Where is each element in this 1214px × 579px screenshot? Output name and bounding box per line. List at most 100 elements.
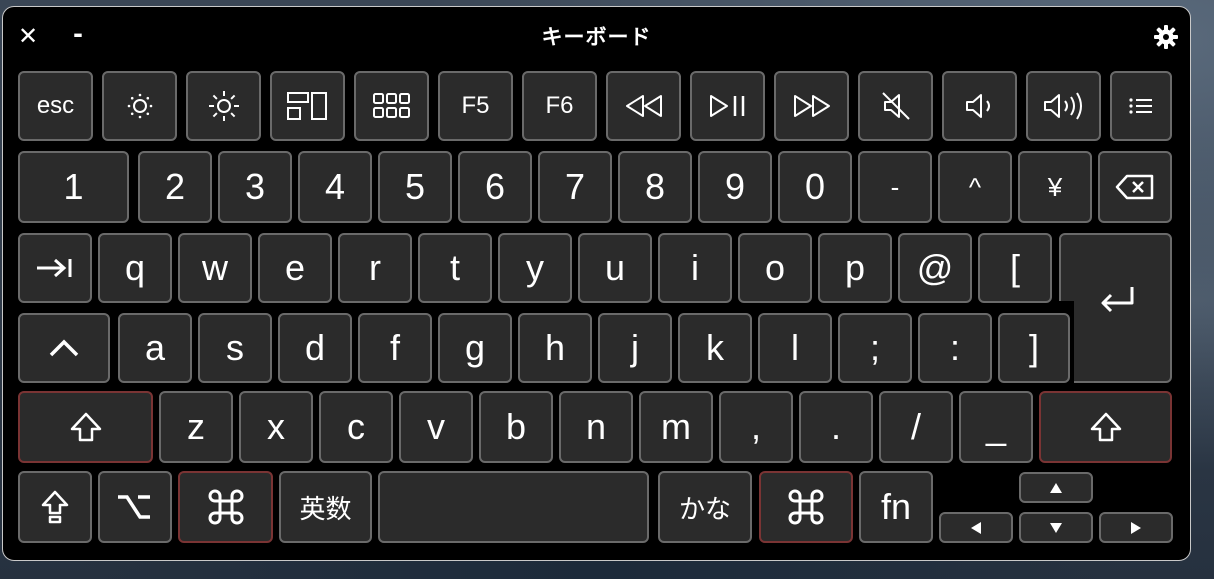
key-v[interactable]: v	[399, 391, 473, 463]
key-volume-down[interactable]	[942, 71, 1017, 141]
key-w[interactable]: w	[178, 233, 252, 303]
key-option[interactable]	[98, 471, 172, 543]
key-l[interactable]: l	[758, 313, 832, 383]
key-minus[interactable]: -	[858, 151, 932, 223]
key-2[interactable]: 2	[138, 151, 212, 223]
key-1[interactable]: 1	[18, 151, 129, 223]
key-k[interactable]: k	[678, 313, 752, 383]
key-7[interactable]: 7	[538, 151, 612, 223]
caps-lock-icon	[41, 490, 69, 524]
key-arrow-left[interactable]	[939, 512, 1013, 543]
key-control[interactable]	[18, 313, 110, 383]
key-yen[interactable]: ¥	[1018, 151, 1092, 223]
key-eisu[interactable]: 英数	[279, 471, 372, 543]
play-pause-icon	[709, 95, 744, 117]
key-mission-control[interactable]	[270, 71, 345, 141]
key-x[interactable]: x	[239, 391, 313, 463]
arrow-up-icon	[1050, 482, 1062, 493]
key-a[interactable]: a	[118, 313, 192, 383]
key-f[interactable]: f	[358, 313, 432, 383]
tab-icon	[37, 258, 72, 278]
key-r[interactable]: r	[338, 233, 412, 303]
key-caps-lock[interactable]	[18, 471, 92, 543]
key-o[interactable]: o	[738, 233, 812, 303]
key-shift-right[interactable]	[1039, 391, 1172, 463]
control-icon	[49, 339, 79, 357]
key-comma[interactable]: ,	[719, 391, 793, 463]
key-c[interactable]: c	[319, 391, 393, 463]
key-z[interactable]: z	[159, 391, 233, 463]
arrow-right-icon	[1131, 521, 1141, 534]
key-arrow-up[interactable]	[1019, 472, 1093, 503]
key-esc[interactable]: esc	[18, 71, 93, 141]
delete-icon	[1115, 174, 1154, 200]
key-s[interactable]: s	[198, 313, 272, 383]
key-e[interactable]: e	[258, 233, 332, 303]
brightness-down-icon	[127, 93, 152, 119]
key-play-pause[interactable]	[690, 71, 765, 141]
key-delete[interactable]	[1098, 151, 1172, 223]
key-caret[interactable]: ^	[938, 151, 1012, 223]
command-icon	[788, 489, 824, 525]
shift-icon	[70, 412, 101, 442]
key-shift-left[interactable]	[18, 391, 153, 463]
mission-control-icon	[286, 92, 327, 120]
key-slash[interactable]: /	[879, 391, 953, 463]
brightness-up-icon	[208, 91, 239, 121]
key-j[interactable]: j	[598, 313, 672, 383]
key-rewind[interactable]	[606, 71, 681, 141]
key-8[interactable]: 8	[618, 151, 692, 223]
list-icon	[1129, 98, 1152, 114]
key-volume-up[interactable]	[1026, 71, 1101, 141]
key-n[interactable]: n	[559, 391, 633, 463]
key-period[interactable]: .	[799, 391, 873, 463]
key-kana[interactable]: かな	[658, 471, 752, 543]
key-4[interactable]: 4	[298, 151, 372, 223]
key-semicolon[interactable]: ;	[838, 313, 912, 383]
return-icon	[1101, 287, 1134, 313]
key-command-right[interactable]	[759, 471, 853, 543]
key-q[interactable]: q	[98, 233, 172, 303]
key-9[interactable]: 9	[698, 151, 772, 223]
gear-icon[interactable]	[1153, 24, 1179, 50]
key-left-bracket[interactable]: [	[978, 233, 1052, 303]
key-space[interactable]	[378, 471, 649, 543]
key-colon[interactable]: :	[918, 313, 992, 383]
key-d[interactable]: d	[278, 313, 352, 383]
key-arrow-down[interactable]	[1019, 512, 1093, 543]
key-fast-forward[interactable]	[774, 71, 849, 141]
command-icon	[208, 489, 243, 525]
key-b[interactable]: b	[479, 391, 553, 463]
key-f6[interactable]: F6	[522, 71, 597, 141]
key-brightness-up[interactable]	[186, 71, 261, 141]
key-m[interactable]: m	[639, 391, 713, 463]
key-right-bracket[interactable]: ]	[998, 313, 1070, 383]
key-fn[interactable]: fn	[859, 471, 933, 543]
key-command-left[interactable]	[178, 471, 273, 543]
key-h[interactable]: h	[518, 313, 592, 383]
key-mute[interactable]	[858, 71, 933, 141]
key-0[interactable]: 0	[778, 151, 852, 223]
key-y[interactable]: y	[498, 233, 572, 303]
arrow-left-icon	[971, 521, 981, 534]
key-6[interactable]: 6	[458, 151, 532, 223]
key-tab[interactable]	[18, 233, 92, 303]
key-arrow-right[interactable]	[1099, 512, 1173, 543]
key-g[interactable]: g	[438, 313, 512, 383]
window-title: キーボード	[541, 25, 652, 49]
volume-up-icon	[1043, 92, 1082, 120]
key-t[interactable]: t	[418, 233, 492, 303]
key-3[interactable]: 3	[218, 151, 292, 223]
key-f5[interactable]: F5	[438, 71, 513, 141]
key-menu[interactable]	[1110, 71, 1172, 141]
key-underscore[interactable]: _	[959, 391, 1033, 463]
key-i[interactable]: i	[658, 233, 732, 303]
key-launchpad[interactable]	[354, 71, 429, 141]
fast-forward-icon	[793, 95, 830, 117]
key-brightness-down[interactable]	[102, 71, 177, 141]
mute-icon	[881, 92, 910, 120]
key-p[interactable]: p	[818, 233, 892, 303]
key-5[interactable]: 5	[378, 151, 452, 223]
key-at[interactable]: @	[898, 233, 972, 303]
key-u[interactable]: u	[578, 233, 652, 303]
